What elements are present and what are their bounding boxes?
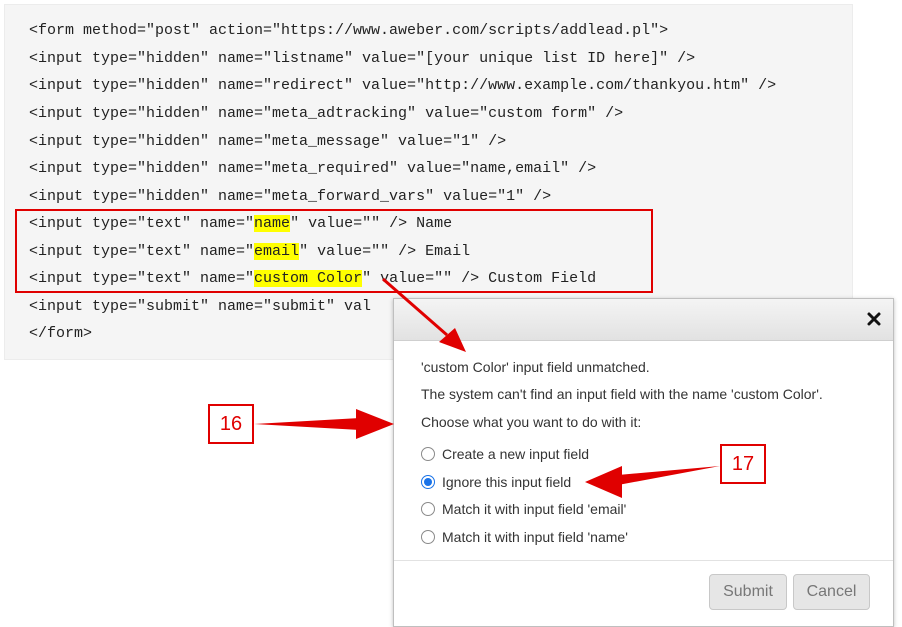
step-callout: 16 [208,404,254,444]
arrow-step-b-shaft [618,466,720,485]
arrow-step-b-head [585,466,622,498]
arrow-step-a-shaft [254,418,360,430]
arrow-step-a-head [356,409,394,439]
arrow-to-dialog-line [382,277,448,337]
step-callout: 17 [720,444,766,484]
annotation-arrows [254,277,720,498]
